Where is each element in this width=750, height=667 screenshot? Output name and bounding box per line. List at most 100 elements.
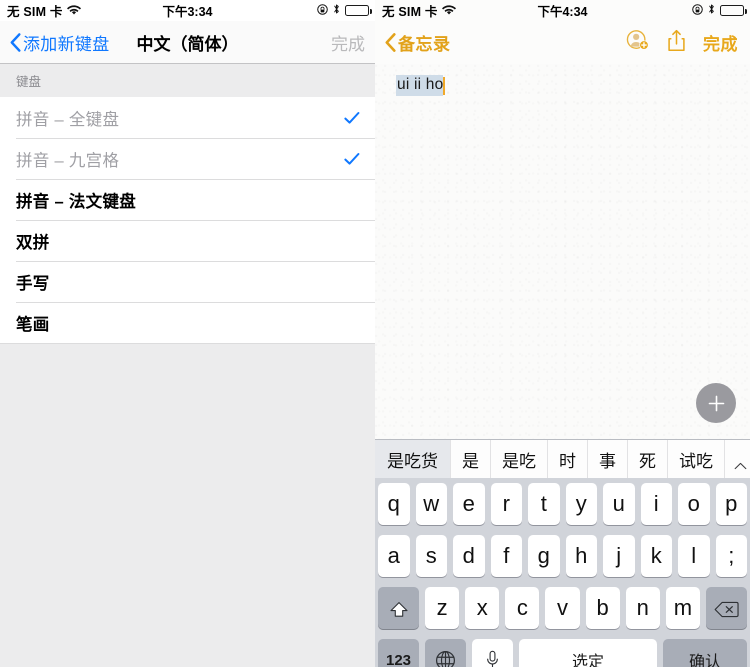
wifi-icon — [66, 5, 81, 16]
keyboard-list: 拼音 – 全键盘 拼音 – 九宫格 拼音 – 法文键盘 双拼 手写 笔画 — [0, 97, 375, 343]
numeric-key[interactable]: 123 — [378, 639, 419, 667]
carrier-label: 无 SIM 卡 — [382, 5, 438, 19]
key-z[interactable]: z — [425, 587, 460, 629]
done-button[interactable]: 完成 — [331, 30, 365, 55]
key-x[interactable]: x — [465, 587, 500, 629]
key-n[interactable]: n — [625, 587, 660, 629]
new-note-button[interactable] — [696, 383, 736, 423]
section-header-keyboards: 键盘 — [0, 64, 375, 97]
candidate-item[interactable]: 是吃 — [491, 440, 548, 478]
done-button[interactable]: 完成 — [703, 30, 738, 55]
candidate-item[interactable]: 死 — [628, 440, 668, 478]
list-item[interactable]: 拼音 – 全键盘 — [0, 97, 375, 138]
confirm-key[interactable]: 确认 — [663, 639, 747, 667]
keyboard: q w e r t y u i o p a s d f g h j k l ; … — [375, 478, 750, 667]
candidate-item[interactable]: 是 — [451, 440, 491, 478]
list-item[interactable]: 笔画 — [0, 302, 375, 343]
checkmark-icon — [344, 152, 360, 166]
nav-right-left-pane: 完成 — [331, 30, 365, 55]
status-right — [317, 3, 372, 18]
keyboard-row-4: 123 选定 确认 — [378, 639, 747, 667]
rotation-lock-icon — [692, 3, 703, 18]
chevron-up-icon — [734, 455, 747, 470]
key-c[interactable]: c — [505, 587, 540, 629]
note-text-line: ui ii ho — [396, 75, 446, 96]
key-q[interactable]: q — [378, 483, 410, 525]
expand-candidates-button[interactable] — [725, 440, 750, 478]
key-i[interactable]: i — [640, 483, 672, 525]
microphone-icon — [486, 650, 499, 667]
shift-key[interactable] — [378, 587, 419, 629]
list-item[interactable]: 手写 — [0, 261, 375, 302]
key-m[interactable]: m — [665, 587, 700, 629]
key-e[interactable]: e — [453, 483, 485, 525]
status-left: 无 SIM 卡 — [382, 1, 456, 20]
list-item[interactable]: 双拼 — [0, 220, 375, 261]
list-item[interactable]: 拼音 – 法文键盘 — [0, 179, 375, 220]
share-icon[interactable] — [667, 29, 686, 57]
list-item-label: 笔画 — [16, 315, 50, 334]
back-to-notes-button[interactable]: 备忘录 — [385, 30, 451, 55]
rotation-lock-icon — [317, 3, 328, 18]
screen: 无 SIM 卡 下午3:34 添加新键盘 中文（简体） 完成 键盘 拼音 – 全… — [0, 0, 750, 667]
backspace-key[interactable] — [705, 587, 747, 629]
plus-icon — [707, 394, 726, 413]
key-y[interactable]: y — [565, 483, 597, 525]
space-select-key[interactable]: 选定 — [519, 639, 657, 667]
notes-pane: 无 SIM 卡 下午4:34 备忘录 完成 ui ii ho 是吃货 是 是吃 … — [375, 0, 750, 667]
key-k[interactable]: k — [640, 535, 672, 577]
candidate-item[interactable]: 时 — [548, 440, 588, 478]
key-a[interactable]: a — [378, 535, 410, 577]
candidate-item[interactable]: 试吃 — [668, 440, 725, 478]
key-j[interactable]: j — [603, 535, 635, 577]
key-w[interactable]: w — [415, 483, 447, 525]
key-g[interactable]: g — [528, 535, 560, 577]
checkmark-icon — [344, 111, 360, 125]
list-item-label: 双拼 — [16, 233, 50, 252]
key-s[interactable]: s — [415, 535, 447, 577]
backspace-icon — [714, 599, 739, 618]
list-item[interactable]: 拼音 – 九宫格 — [0, 138, 375, 179]
notes-navbar: 备忘录 完成 — [375, 21, 750, 64]
settings-navbar: 添加新键盘 中文（简体） 完成 — [0, 21, 375, 64]
carrier-label: 无 SIM 卡 — [7, 5, 63, 19]
list-item-label: 手写 — [16, 274, 50, 293]
dictation-key[interactable] — [472, 639, 513, 667]
key-r[interactable]: r — [490, 483, 522, 525]
status-left: 无 SIM 卡 — [7, 1, 81, 20]
wifi-icon — [441, 5, 456, 16]
key-h[interactable]: h — [565, 535, 597, 577]
key-u[interactable]: u — [603, 483, 635, 525]
text-caret — [443, 76, 446, 95]
globe-key[interactable] — [425, 639, 466, 667]
back-button-label: 备忘录 — [398, 35, 451, 54]
key-d[interactable]: d — [453, 535, 485, 577]
list-item-label: 拼音 – 九宫格 — [16, 151, 120, 170]
key-b[interactable]: b — [585, 587, 620, 629]
back-button[interactable]: 添加新键盘 — [10, 30, 110, 55]
back-button-label: 添加新键盘 — [23, 34, 110, 54]
chevron-left-icon — [385, 33, 396, 52]
globe-icon — [435, 650, 456, 667]
candidate-item[interactable]: 事 — [588, 440, 628, 478]
candidate-bar: 是吃货 是 是吃 时 事 死 试吃 — [375, 439, 750, 478]
key-t[interactable]: t — [528, 483, 560, 525]
settings-pane: 无 SIM 卡 下午3:34 添加新键盘 中文（简体） 完成 键盘 拼音 – 全… — [0, 0, 375, 667]
key-semicolon[interactable]: ; — [715, 535, 747, 577]
note-text-value: ui ii ho — [396, 75, 444, 96]
keyboard-row-1: q w e r t y u i o p — [378, 483, 747, 525]
key-v[interactable]: v — [545, 587, 580, 629]
key-l[interactable]: l — [678, 535, 710, 577]
key-f[interactable]: f — [490, 535, 522, 577]
battery-icon — [345, 5, 372, 16]
chevron-left-icon — [10, 32, 21, 52]
note-editor[interactable]: ui ii ho — [375, 64, 750, 439]
key-o[interactable]: o — [678, 483, 710, 525]
candidate-item[interactable]: 是吃货 — [375, 440, 451, 478]
person-add-icon[interactable] — [626, 29, 650, 56]
bluetooth-icon — [333, 3, 340, 18]
status-bar-left: 无 SIM 卡 下午3:34 — [0, 0, 375, 21]
key-p[interactable]: p — [715, 483, 747, 525]
battery-icon — [720, 5, 747, 16]
keyboard-row-2: a s d f g h j k l ; — [378, 535, 747, 577]
